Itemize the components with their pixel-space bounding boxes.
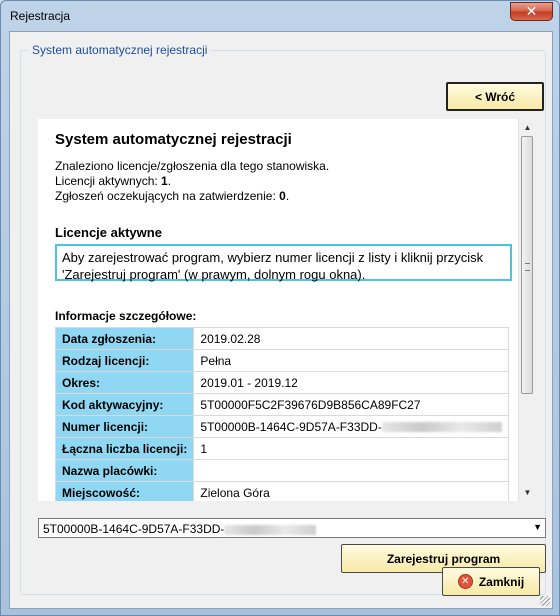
registration-window: Rejestracja ✕ System automatycznej rejes… bbox=[0, 0, 560, 616]
table-row: Miejscowość: Zielona Góra bbox=[54, 481, 509, 501]
table-row: Okres: 2019.01 - 2019.12 bbox=[54, 371, 509, 394]
scroll-thumb[interactable] bbox=[521, 136, 533, 394]
back-button[interactable]: < Wróć bbox=[446, 82, 544, 111]
pending-label: Zgłoszeń oczekujących na zatwierdzenie: bbox=[55, 189, 280, 203]
resize-grip-icon[interactable] bbox=[540, 596, 550, 606]
client-area: System automatycznej rejestracji < Wróć … bbox=[9, 31, 553, 609]
license-number-text: 5T00000B-1464C-9D57A-F33DD- bbox=[200, 419, 382, 434]
group-legend: System automatycznej rejestracji bbox=[29, 43, 211, 57]
row-value: 1 bbox=[193, 437, 509, 460]
details-table: Data zgłoszenia: 2019.02.28 Rodzaj licenc… bbox=[54, 327, 509, 501]
triangle-down-icon[interactable]: ▼ bbox=[519, 484, 536, 501]
row-value: 5T00000B-1464C-9D57A-F33DD- bbox=[193, 415, 509, 438]
active-licenses-heading: Licencje aktywne bbox=[55, 225, 162, 240]
details-heading: Informacje szczegółowe: bbox=[55, 309, 197, 323]
details-panel[interactable]: System automatycznej rejestracji Znalezi… bbox=[38, 119, 536, 501]
window-title: Rejestracja bbox=[10, 9, 71, 23]
triangle-up-icon[interactable]: ▲ bbox=[519, 119, 536, 136]
pending-count: 0 bbox=[279, 189, 286, 203]
panel-heading: System automatycznej rejestracji bbox=[55, 131, 292, 148]
redacted-segment bbox=[224, 524, 317, 535]
info-pending: Zgłoszeń oczekujących na zatwierdzenie: … bbox=[55, 189, 290, 203]
row-key: Numer licencji: bbox=[54, 415, 195, 438]
row-value: 2019.02.28 bbox=[193, 327, 509, 350]
instruction-notice: Aby zarejestrować program, wybierz numer… bbox=[55, 244, 512, 282]
info-found: Znaleziono licencje/zgłoszenia dla tego … bbox=[55, 159, 330, 173]
info-active: Licencji aktywnych: 1. bbox=[55, 174, 172, 188]
row-key: Kod aktywacyjny: bbox=[54, 393, 195, 416]
row-key: Nazwa placówki: bbox=[54, 459, 195, 482]
row-key: Rodzaj licencji: bbox=[54, 349, 195, 372]
chevron-down-icon[interactable]: ▼ bbox=[533, 522, 542, 532]
row-key: Data zgłoszenia: bbox=[54, 327, 195, 350]
row-key: Łączna liczba licencji: bbox=[54, 437, 195, 460]
table-row: Kod aktywacyjny: 5T00000F5C2F39676D9B856C… bbox=[54, 393, 509, 416]
table-row: Łączna liczba licencji: 1 bbox=[54, 437, 509, 460]
license-select[interactable]: 5T00000B-1464C-9D57A-F33DD- ▼ bbox=[38, 518, 546, 538]
title-bar[interactable]: Rejestracja ✕ bbox=[1, 1, 559, 31]
table-row: Numer licencji: 5T00000B-1464C-9D57A-F33D… bbox=[54, 415, 509, 438]
status-info: Znaleziono licencje/zgłoszenia dla tego … bbox=[55, 159, 329, 204]
active-label: Licencji aktywnych: bbox=[55, 174, 162, 188]
row-value bbox=[193, 459, 509, 482]
grip-icon bbox=[525, 263, 530, 271]
selected-license: 5T00000B-1464C-9D57A-F33DD- bbox=[43, 522, 225, 536]
x-circle-icon: ✕ bbox=[457, 574, 473, 589]
vertical-scrollbar[interactable]: ▲ ▼ bbox=[518, 119, 536, 501]
row-value: 2019.01 - 2019.12 bbox=[193, 371, 509, 394]
close-icon: ✕ bbox=[525, 3, 538, 20]
active-count: 1 bbox=[161, 174, 168, 188]
row-key: Okres: bbox=[54, 371, 195, 394]
row-key: Miejscowość: bbox=[54, 481, 195, 501]
row-value: 5T00000F5C2F39676D9B856CA89FC27 bbox=[193, 393, 509, 416]
window-close-button[interactable]: ✕ bbox=[510, 2, 553, 21]
table-row: Data zgłoszenia: 2019.02.28 bbox=[54, 327, 509, 350]
registration-group: System automatycznej rejestracji < Wróć … bbox=[20, 43, 546, 595]
redacted-segment bbox=[381, 422, 502, 433]
close-button[interactable]: ✕ Zamknij bbox=[442, 567, 540, 596]
close-button-label: Zamknij bbox=[478, 574, 525, 589]
license-select-value: 5T00000B-1464C-9D57A-F33DD- bbox=[43, 522, 317, 536]
row-value: Pełna bbox=[193, 349, 509, 372]
table-row: Rodzaj licencji: Pełna bbox=[54, 349, 509, 372]
table-row: Nazwa placówki: bbox=[54, 459, 509, 482]
row-value: Zielona Góra bbox=[193, 481, 509, 501]
